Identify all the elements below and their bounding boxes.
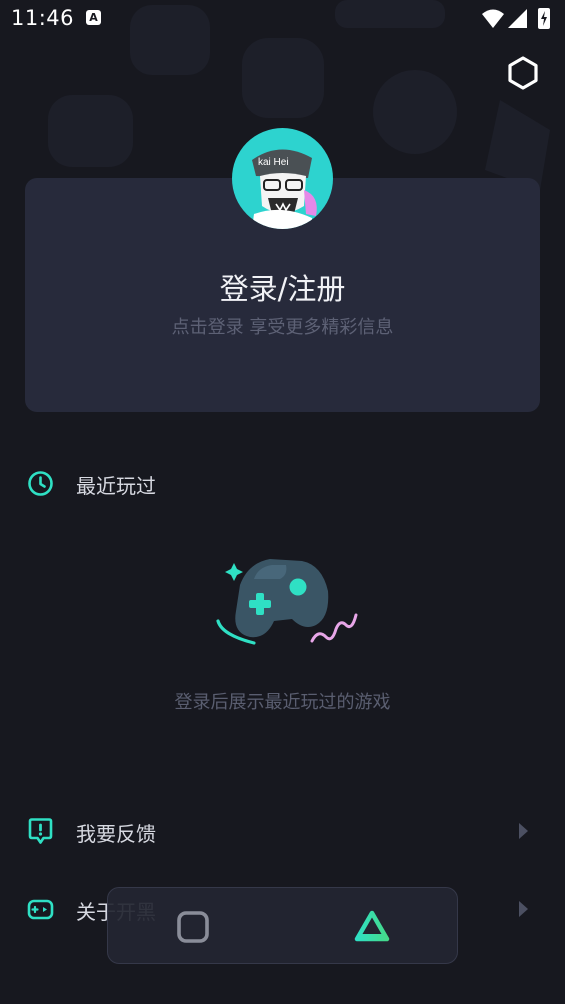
avatar-text: kai Hei <box>258 157 289 168</box>
feedback-row[interactable]: 我要反馈 <box>0 806 565 856</box>
floating-navbar <box>107 887 458 964</box>
gamepad-illustration <box>216 559 358 645</box>
chevron-right-icon <box>519 901 528 917</box>
gamepad-icon <box>27 899 54 920</box>
hexagon-icon[interactable] <box>502 52 544 94</box>
signal-icon <box>508 9 527 28</box>
recent-played-label: 最近玩过 <box>76 474 156 498</box>
wifi-icon <box>482 9 504 28</box>
feedback-label: 我要反馈 <box>76 822 156 846</box>
avatar[interactable]: kai Hei <box>232 128 333 229</box>
recent-empty-text: 登录后展示最近玩过的游戏 <box>174 692 391 713</box>
square-icon[interactable] <box>175 909 211 945</box>
status-icons <box>482 8 550 29</box>
feedback-icon <box>28 818 53 844</box>
status-bar: 11:46 A <box>0 0 565 38</box>
avatar-illustration: kai Hei <box>252 149 317 229</box>
status-time: 11:46 <box>11 6 75 30</box>
a-box-icon: A <box>86 10 101 25</box>
clock-icon <box>28 471 53 496</box>
chevron-right-icon <box>519 823 528 839</box>
login-register-title[interactable]: 登录/注册 <box>0 266 565 308</box>
login-subtitle: 点击登录 享受更多精彩信息 <box>171 317 394 338</box>
triangle-icon[interactable] <box>351 908 393 944</box>
